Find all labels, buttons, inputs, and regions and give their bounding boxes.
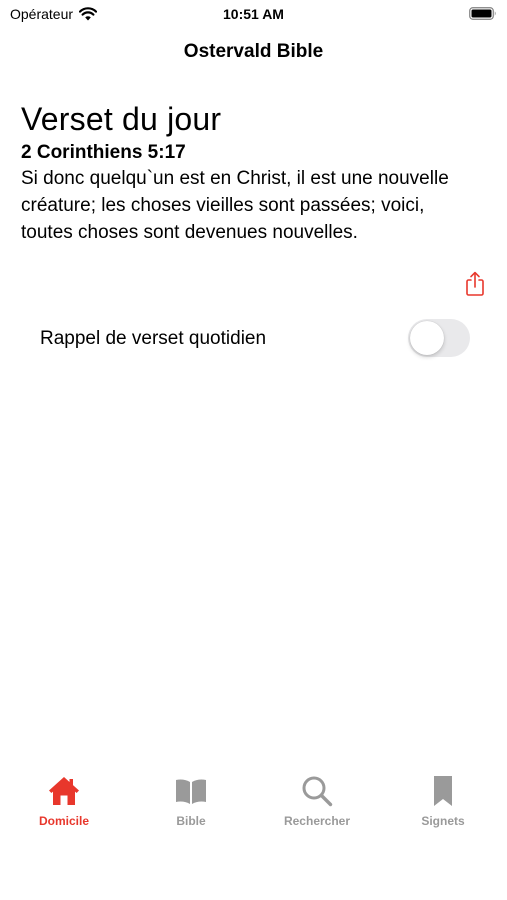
- toggle-knob: [410, 321, 444, 355]
- tab-search-label: Rechercher: [283, 814, 351, 828]
- tab-search[interactable]: Rechercher: [262, 774, 372, 828]
- verse-reference: 2 Corinthiens 5:17: [21, 142, 186, 163]
- home-icon: [49, 777, 79, 805]
- tab-bible[interactable]: Bible: [136, 774, 246, 828]
- tab-home[interactable]: Domicile: [9, 774, 119, 828]
- tab-bar: Domicile Bible Rechercher Signets: [0, 766, 507, 836]
- verse-text: Si donc quelqu`un est en Christ, il est …: [21, 168, 449, 243]
- battery-icon: [469, 7, 496, 20]
- verse-heading: Verset du jour: [21, 101, 222, 137]
- status-time: 10:51 AM: [223, 6, 284, 22]
- tab-bible-label: Bible: [176, 814, 206, 828]
- reminder-label: Rappel de verset quotidien: [40, 328, 267, 349]
- share-icon[interactable]: [463, 271, 487, 297]
- nav-title: Ostervald Bible: [183, 41, 324, 62]
- status-bar: Opérateur 10:51 AM: [0, 0, 507, 28]
- tab-home-label: Domicile: [38, 814, 89, 828]
- tab-bookmarks-label: Signets: [421, 814, 465, 828]
- reminder-row: Rappel de verset quotidien: [0, 318, 507, 360]
- tab-bookmarks[interactable]: Signets: [388, 774, 498, 828]
- reminder-toggle[interactable]: [408, 319, 470, 357]
- book-icon: [176, 779, 206, 804]
- search-icon: [302, 776, 333, 807]
- bookmark-icon: [434, 776, 452, 806]
